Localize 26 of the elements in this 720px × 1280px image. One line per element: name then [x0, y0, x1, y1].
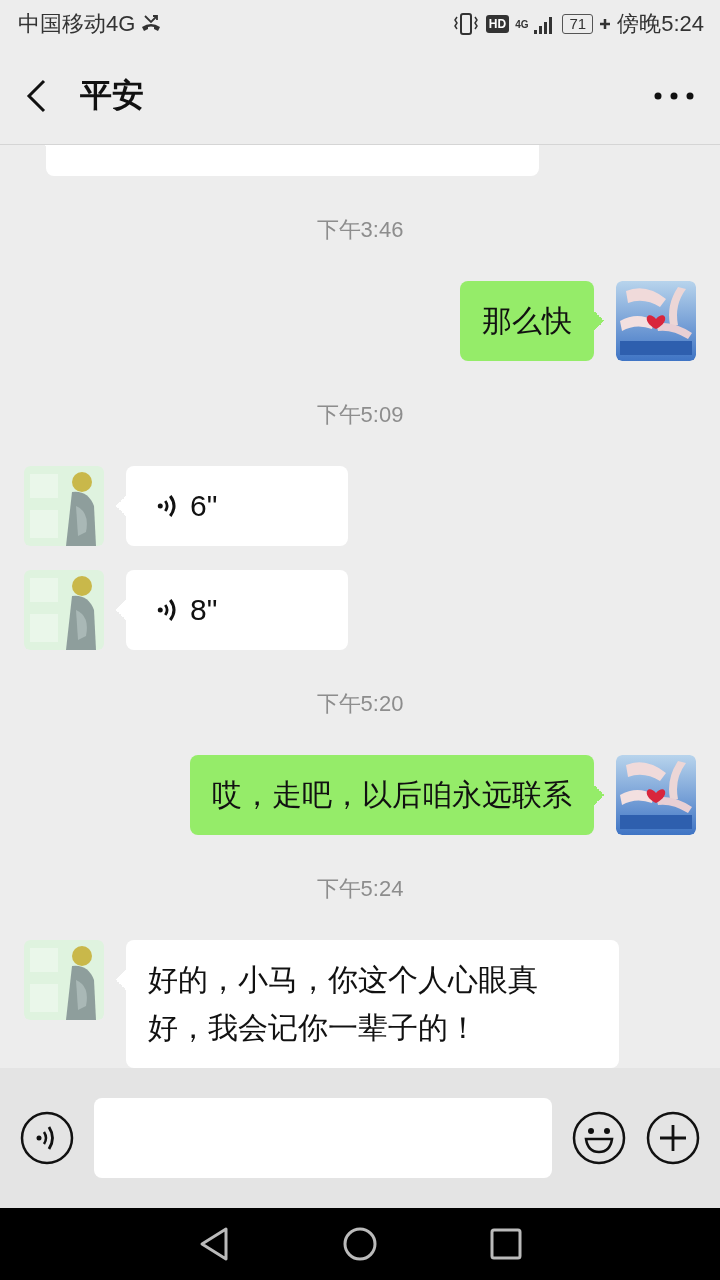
back-button[interactable] — [24, 78, 48, 114]
message-bubble: 好的，小马，你这个人心眼真好，我会记你一辈子的！ — [116, 940, 619, 1068]
voice-message[interactable]: 8" — [116, 570, 348, 650]
battery-indicator: 71 — [562, 14, 594, 34]
voice-message[interactable]: 6" — [116, 466, 348, 546]
more-icon[interactable] — [654, 91, 694, 101]
vibrate-icon — [451, 12, 480, 36]
carrier-label: 中国移动4G — [18, 10, 136, 38]
hd-badge: HD — [485, 15, 510, 33]
timestamp: 下午5:20 — [316, 690, 404, 718]
message-bubble: 哎，走吧，以后咱永远联系 — [190, 755, 604, 835]
clock: 傍晚5:24 — [617, 10, 704, 38]
network-label: 4G — [515, 19, 529, 30]
voice-input-button[interactable] — [20, 1111, 74, 1165]
timestamp: 下午5:09 — [316, 401, 404, 429]
recents-nav-button[interactable] — [490, 1228, 522, 1260]
chat-title: 平安 — [80, 76, 145, 115]
timestamp: 下午3:46 — [316, 216, 404, 244]
timestamp: 下午5:24 — [316, 875, 404, 903]
home-nav-button[interactable] — [342, 1226, 378, 1262]
charging-icon — [599, 18, 612, 30]
message-input[interactable] — [94, 1098, 552, 1178]
message-bubble: 那么快 — [460, 281, 604, 361]
add-button[interactable] — [646, 1111, 700, 1165]
back-nav-button[interactable] — [198, 1226, 230, 1262]
emoji-button[interactable] — [572, 1111, 626, 1165]
